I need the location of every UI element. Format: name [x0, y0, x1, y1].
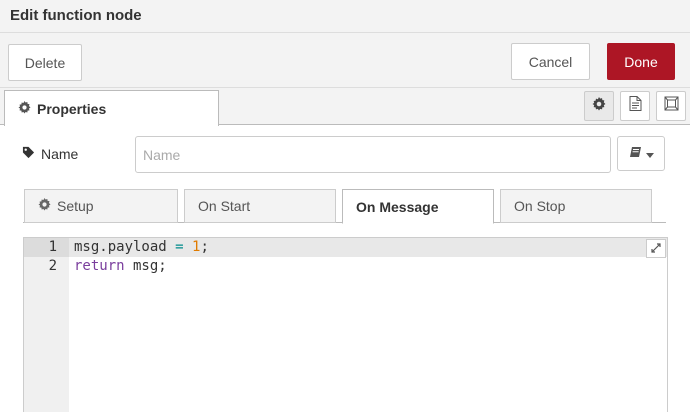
subtab-setup[interactable]: Setup	[24, 189, 178, 223]
done-button[interactable]: Done	[607, 43, 675, 80]
code-operator: =	[166, 239, 193, 255]
code-line[interactable]: return msg;	[74, 257, 167, 276]
caret-down-icon	[645, 145, 654, 163]
gear-icon	[18, 100, 31, 117]
book-icon	[629, 145, 642, 163]
tab-properties-label: Properties	[37, 100, 107, 117]
expand-icon	[651, 241, 661, 257]
subtab-on-start[interactable]: On Start	[184, 189, 336, 223]
dialog-toolbar: Delete Cancel Done	[0, 33, 690, 88]
subtab-on-stop[interactable]: On Stop	[500, 189, 652, 223]
code-keyword: return	[74, 258, 125, 274]
tab-properties[interactable]: Properties	[4, 90, 219, 126]
subtab-setup-label: Setup	[57, 198, 94, 214]
tab-settings[interactable]	[584, 91, 614, 121]
cancel-button[interactable]: Cancel	[511, 43, 590, 80]
subtab-on-message-label: On Message	[356, 198, 439, 215]
tab-description[interactable]	[620, 91, 650, 121]
subtab-on-start-label: On Start	[198, 198, 251, 214]
tag-icon	[22, 146, 41, 162]
code-text: msg;	[124, 258, 167, 274]
subtab-on-message[interactable]: On Message	[342, 189, 494, 224]
tab-appearance[interactable]	[656, 91, 686, 121]
name-label-text: Name	[41, 146, 79, 162]
delete-button[interactable]: Delete	[8, 44, 82, 81]
tab-strip: Properties	[0, 88, 690, 126]
gear-icon	[38, 198, 51, 214]
dialog-titlebar: Edit function node	[0, 0, 690, 33]
code-line[interactable]: msg.payload = 1;	[74, 238, 209, 257]
line-number: 2	[48, 258, 57, 274]
subtab-on-stop-label: On Stop	[514, 198, 566, 214]
name-label: Name	[22, 146, 78, 162]
frame-icon	[664, 96, 679, 116]
code-punctuation: ;	[200, 239, 209, 255]
name-options-dropdown[interactable]	[617, 136, 665, 171]
document-icon	[629, 96, 642, 116]
code-editor[interactable]: 1 2 msg.payload = 1; return msg;	[23, 237, 668, 412]
gear-icon	[592, 96, 606, 116]
name-input[interactable]	[135, 136, 611, 173]
expand-editor-button[interactable]	[646, 239, 666, 258]
line-number: 1	[48, 239, 57, 255]
dialog-title: Edit function node	[10, 7, 142, 24]
code-identifier: msg.payload	[74, 239, 167, 255]
